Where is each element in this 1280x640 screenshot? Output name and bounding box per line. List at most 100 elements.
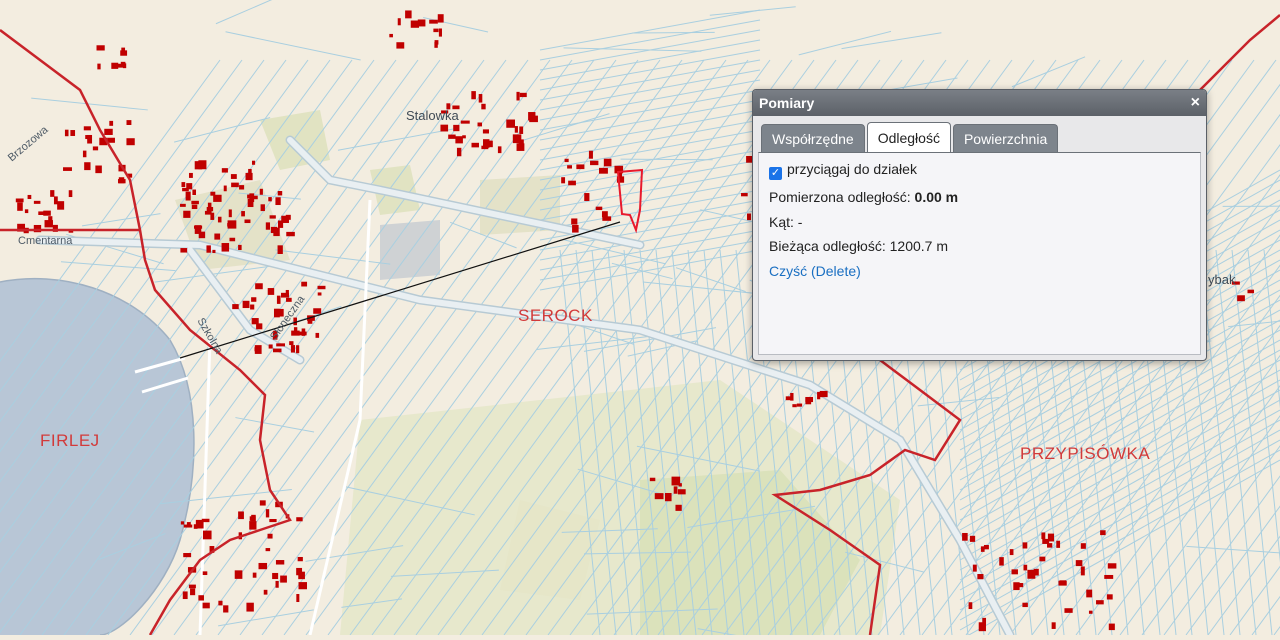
building bbox=[488, 141, 493, 148]
building bbox=[286, 290, 289, 294]
building bbox=[396, 42, 404, 48]
building bbox=[250, 305, 254, 310]
building bbox=[291, 331, 299, 336]
building bbox=[1108, 563, 1117, 568]
building bbox=[203, 571, 208, 575]
building bbox=[498, 146, 502, 153]
building bbox=[429, 20, 438, 24]
building bbox=[1109, 624, 1115, 631]
building bbox=[286, 215, 291, 220]
place-label-rybak: ybak bbox=[1208, 272, 1235, 287]
building bbox=[180, 248, 187, 252]
building bbox=[184, 525, 192, 528]
building bbox=[253, 573, 257, 578]
building bbox=[186, 192, 191, 201]
building bbox=[797, 404, 802, 407]
building bbox=[222, 168, 228, 172]
building bbox=[238, 511, 244, 519]
building bbox=[95, 166, 101, 174]
building bbox=[529, 116, 538, 122]
building bbox=[805, 397, 813, 402]
building bbox=[269, 519, 276, 522]
building bbox=[478, 123, 482, 127]
building bbox=[517, 143, 525, 151]
building bbox=[448, 135, 455, 139]
building bbox=[590, 161, 598, 165]
dialog-titlebar[interactable]: Pomiary × bbox=[753, 90, 1206, 116]
building bbox=[34, 201, 41, 204]
building bbox=[65, 130, 69, 137]
building bbox=[224, 186, 227, 192]
building bbox=[192, 205, 198, 209]
tab-bar: WspółrzędneOdległośćPowierzchnia bbox=[761, 122, 1060, 152]
tab-area[interactable]: Powierzchnia bbox=[953, 124, 1058, 153]
building bbox=[269, 344, 273, 348]
building bbox=[181, 182, 185, 187]
building bbox=[1012, 569, 1018, 574]
tab-coordinates[interactable]: Współrzędne bbox=[761, 124, 865, 153]
close-icon[interactable]: × bbox=[1191, 90, 1200, 116]
building bbox=[241, 211, 245, 216]
building bbox=[747, 214, 751, 221]
building bbox=[483, 129, 489, 133]
snap-label[interactable]: przyciągaj do działek bbox=[787, 161, 917, 177]
clear-link[interactable]: Czyść (Delete) bbox=[769, 263, 861, 279]
building bbox=[273, 228, 279, 236]
building bbox=[275, 197, 280, 205]
building bbox=[481, 104, 485, 110]
building bbox=[84, 126, 91, 130]
building bbox=[571, 218, 577, 224]
building bbox=[665, 493, 672, 501]
building bbox=[1023, 565, 1027, 571]
building bbox=[266, 548, 271, 551]
building bbox=[1039, 557, 1045, 562]
building bbox=[93, 146, 98, 150]
building bbox=[672, 477, 681, 486]
building bbox=[63, 167, 72, 171]
building bbox=[260, 500, 266, 505]
building bbox=[268, 534, 273, 539]
building bbox=[599, 168, 608, 174]
building bbox=[57, 201, 64, 210]
building bbox=[655, 493, 664, 499]
building bbox=[572, 225, 579, 233]
building bbox=[50, 190, 54, 197]
building bbox=[1076, 560, 1083, 566]
building bbox=[472, 143, 479, 148]
building bbox=[183, 553, 191, 557]
building bbox=[126, 138, 134, 145]
dialog-title: Pomiary bbox=[759, 95, 814, 111]
building bbox=[109, 121, 113, 126]
building bbox=[299, 332, 306, 336]
building bbox=[181, 521, 184, 524]
building bbox=[1022, 603, 1027, 607]
building bbox=[246, 603, 253, 612]
building bbox=[229, 238, 235, 242]
building bbox=[278, 191, 282, 195]
building bbox=[259, 563, 268, 569]
building bbox=[97, 64, 100, 70]
building bbox=[270, 215, 276, 218]
building bbox=[203, 603, 210, 609]
building bbox=[506, 120, 515, 128]
building bbox=[70, 130, 75, 136]
building bbox=[589, 151, 593, 159]
snap-checkbox[interactable]: ✓ bbox=[769, 167, 782, 180]
building bbox=[261, 204, 265, 211]
building bbox=[180, 204, 186, 207]
building bbox=[227, 223, 235, 227]
building bbox=[194, 524, 198, 529]
building bbox=[268, 288, 274, 295]
building bbox=[206, 245, 210, 252]
building bbox=[223, 605, 228, 612]
measured-distance-row: Pomierzona odległość: 0.00 m bbox=[769, 189, 958, 205]
building bbox=[440, 125, 448, 132]
building bbox=[1237, 295, 1245, 301]
building bbox=[278, 220, 283, 227]
building bbox=[481, 146, 488, 149]
building bbox=[820, 391, 828, 397]
building bbox=[405, 10, 411, 18]
tab-distance[interactable]: Odległość bbox=[867, 122, 951, 153]
building bbox=[252, 161, 255, 165]
measured-distance-label: Pomierzona odległość: bbox=[769, 189, 911, 205]
